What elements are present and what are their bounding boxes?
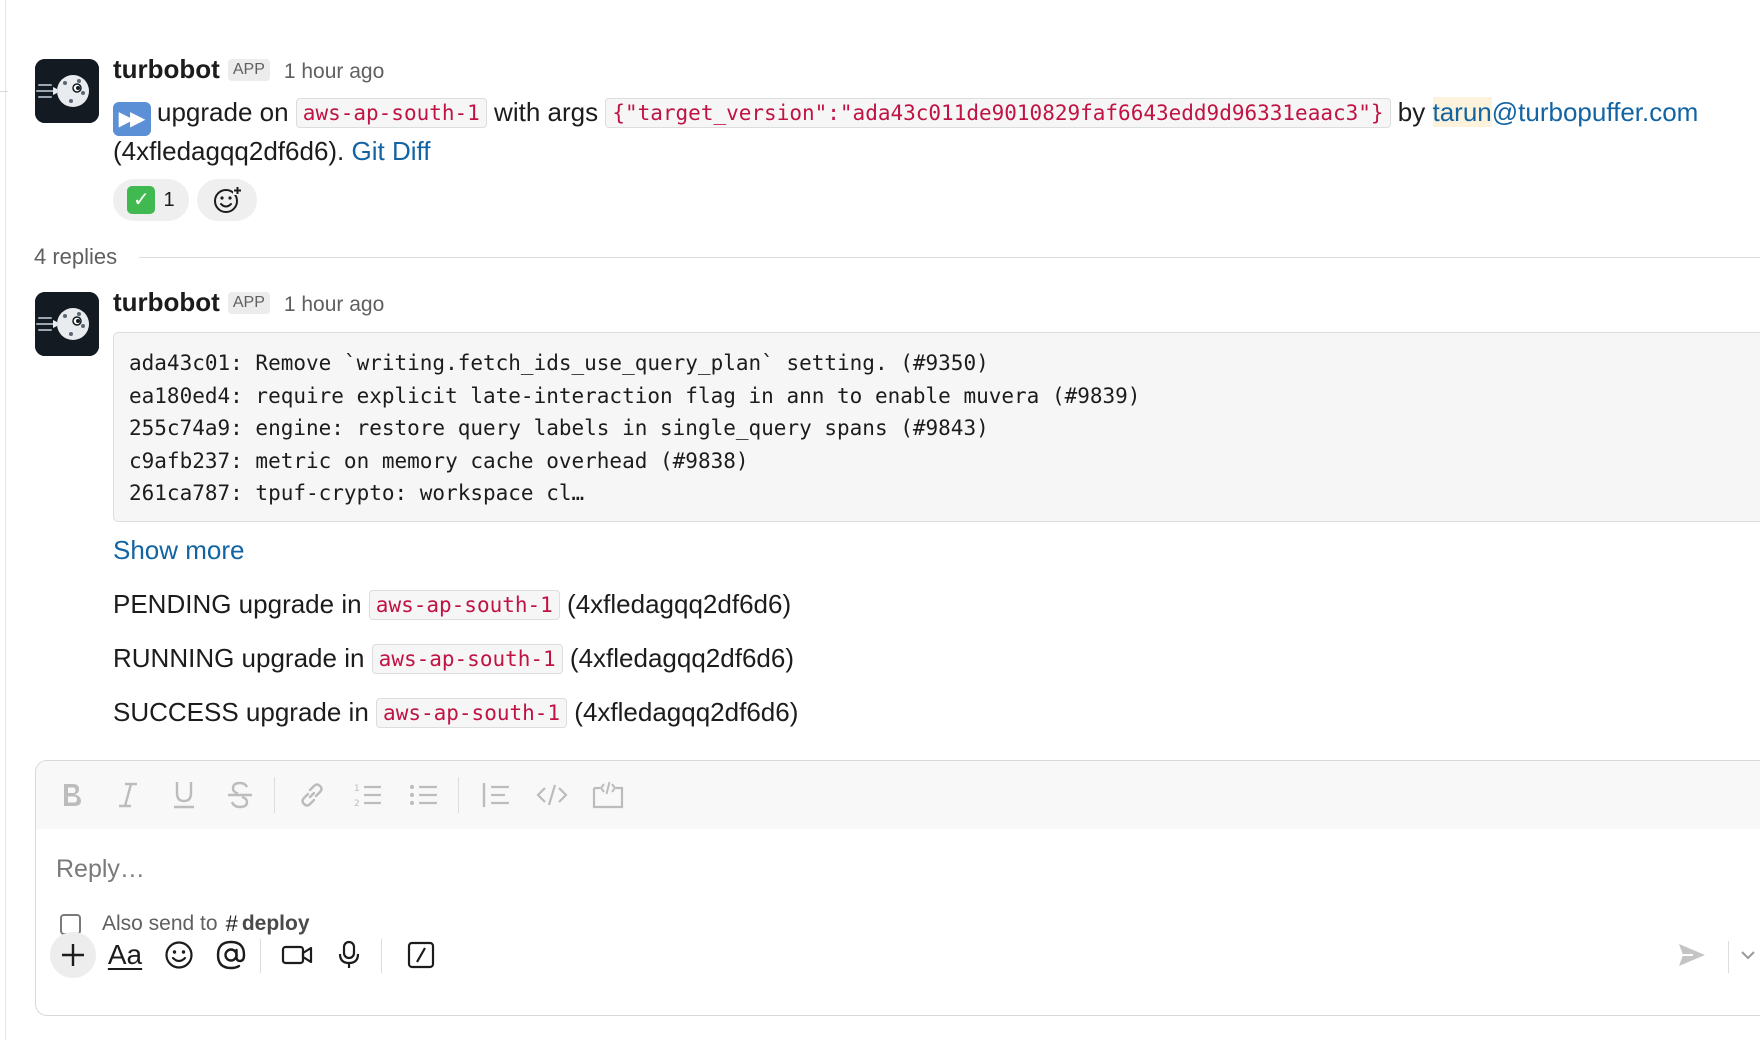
chevron-down-icon bbox=[1741, 951, 1755, 960]
app-badge: APP bbox=[227, 59, 270, 81]
reply-composer: 12 Also send to # deploy Aa bbox=[35, 760, 1760, 1016]
status-line-running: RUNNING upgrade in aws-ap-south-1 (4xfle… bbox=[113, 640, 794, 678]
underline-icon[interactable] bbox=[167, 778, 201, 812]
pufferfish-avatar-icon bbox=[35, 292, 99, 356]
region-code: aws-ap-south-1 bbox=[295, 98, 487, 128]
message-header: turbobot APP 1 hour ago bbox=[113, 287, 384, 318]
strikethrough-icon[interactable] bbox=[223, 778, 257, 812]
thread-divider-tick bbox=[0, 91, 8, 92]
emoji-button[interactable] bbox=[156, 932, 202, 978]
message-header: turbobot APP 1 hour ago bbox=[113, 54, 384, 85]
video-button[interactable] bbox=[274, 932, 320, 978]
send-icon bbox=[1679, 944, 1705, 966]
toolbar-separator bbox=[1728, 941, 1729, 973]
at-mention-icon bbox=[216, 940, 246, 970]
app-badge: APP bbox=[227, 292, 270, 314]
toolbar-separator bbox=[381, 939, 382, 973]
region-code: aws-ap-south-1 bbox=[376, 698, 568, 728]
fast-forward-icon: ▶▶ bbox=[113, 102, 151, 136]
cluster-id: (4xfledagqq2df6d6). bbox=[113, 136, 345, 166]
message-text: by bbox=[1397, 97, 1426, 127]
mention-highlight: tarun bbox=[1432, 97, 1492, 127]
sender-name[interactable]: turbobot bbox=[113, 54, 220, 85]
svg-text:1: 1 bbox=[354, 784, 360, 794]
add-reaction-button[interactable] bbox=[197, 179, 257, 221]
status-line-pending: PENDING upgrade in aws-ap-south-1 (4xfle… bbox=[113, 586, 791, 624]
region-code: aws-ap-south-1 bbox=[368, 590, 560, 620]
reply-input[interactable] bbox=[56, 849, 1656, 889]
replies-divider: 4 replies bbox=[34, 244, 1760, 270]
audio-clip-button[interactable] bbox=[326, 932, 372, 978]
status-line-success: SUCCESS upgrade in aws-ap-south-1 (4xfle… bbox=[113, 694, 798, 732]
toolbar-separator bbox=[274, 777, 275, 813]
message-body-line-2: (4xfledagqq2df6d6). Git Diff bbox=[113, 133, 431, 169]
blockquote-icon[interactable] bbox=[479, 778, 513, 812]
commit-code-block: ada43c01: Remove `writing.fetch_ids_use_… bbox=[113, 332, 1760, 522]
italic-icon[interactable] bbox=[111, 778, 145, 812]
replies-count: 4 replies bbox=[34, 244, 118, 269]
timestamp[interactable]: 1 hour ago bbox=[284, 60, 384, 84]
reaction-check[interactable]: ✓ 1 bbox=[113, 179, 189, 221]
send-options-button[interactable] bbox=[1734, 932, 1760, 978]
toolbar-separator bbox=[458, 777, 459, 813]
replies-rule bbox=[139, 256, 1760, 258]
commit-line: ea180ed4: require explicit late-interact… bbox=[129, 383, 1141, 408]
formatting-aa-icon: Aa bbox=[107, 939, 143, 970]
user-mention-link[interactable]: tarun@turbopuffer.com bbox=[1432, 97, 1699, 127]
reaction-count: 1 bbox=[163, 188, 175, 211]
timestamp[interactable]: 1 hour ago bbox=[284, 293, 384, 317]
status-text: SUCCESS upgrade in bbox=[113, 697, 369, 727]
thread-left-rule bbox=[5, 0, 6, 1040]
commit-line: c9afb237: metric on memory cache overhea… bbox=[129, 448, 749, 473]
video-camera-icon bbox=[281, 945, 313, 965]
send-button[interactable] bbox=[1669, 932, 1715, 978]
message-text: upgrade on bbox=[157, 97, 289, 127]
ordered-list-icon[interactable]: 12 bbox=[351, 778, 385, 812]
commit-line: ada43c01: Remove `writing.fetch_ids_use_… bbox=[129, 351, 989, 375]
toolbar-separator bbox=[260, 939, 261, 973]
commit-line: 261ca787: tpuf-crypto: workspace cl… bbox=[129, 481, 585, 505]
bold-icon[interactable] bbox=[55, 778, 89, 812]
plus-button[interactable] bbox=[50, 932, 96, 978]
avatar[interactable] bbox=[35, 59, 99, 123]
git-diff-link[interactable]: Git Diff bbox=[352, 136, 431, 166]
message-text: with args bbox=[494, 97, 599, 127]
region-code: aws-ap-south-1 bbox=[371, 644, 563, 674]
cluster-id: (4xfledagqq2df6d6) bbox=[569, 643, 794, 673]
add-reaction-icon bbox=[214, 186, 242, 213]
formatting-toolbar: 12 bbox=[36, 761, 1760, 829]
link-icon[interactable] bbox=[295, 778, 329, 812]
mention-button[interactable] bbox=[208, 932, 254, 978]
code-icon[interactable] bbox=[535, 778, 569, 812]
cluster-id: (4xfledagqq2df6d6) bbox=[567, 589, 792, 619]
status-text: PENDING upgrade in bbox=[113, 589, 362, 619]
pufferfish-avatar-icon bbox=[35, 59, 99, 123]
code-block-icon[interactable] bbox=[591, 778, 625, 812]
microphone-icon bbox=[338, 940, 360, 968]
emoji-icon bbox=[165, 941, 193, 969]
show-more-link[interactable]: Show more bbox=[113, 532, 245, 568]
formatting-toggle-button[interactable]: Aa bbox=[102, 932, 148, 978]
slash-commands-button[interactable] bbox=[398, 932, 444, 978]
plus-icon bbox=[62, 944, 84, 966]
white-check-mark-icon: ✓ bbox=[127, 186, 156, 214]
mention-rest: @turbopuffer.com bbox=[1491, 97, 1699, 127]
avatar[interactable] bbox=[35, 292, 99, 356]
args-code: {"target_version":"ada43c011de9010829faf… bbox=[605, 98, 1391, 128]
bulleted-list-icon[interactable] bbox=[407, 778, 441, 812]
status-text: RUNNING upgrade in bbox=[113, 643, 365, 673]
commit-line: 255c74a9: engine: restore query labels i… bbox=[129, 416, 989, 440]
svg-text:2: 2 bbox=[354, 799, 360, 809]
cluster-id: (4xfledagqq2df6d6) bbox=[574, 697, 799, 727]
slash-command-icon bbox=[407, 941, 435, 969]
sender-name[interactable]: turbobot bbox=[113, 287, 220, 318]
message-body-line-1: ▶▶ upgrade on aws-ap-south-1 with args {"… bbox=[113, 94, 1698, 136]
